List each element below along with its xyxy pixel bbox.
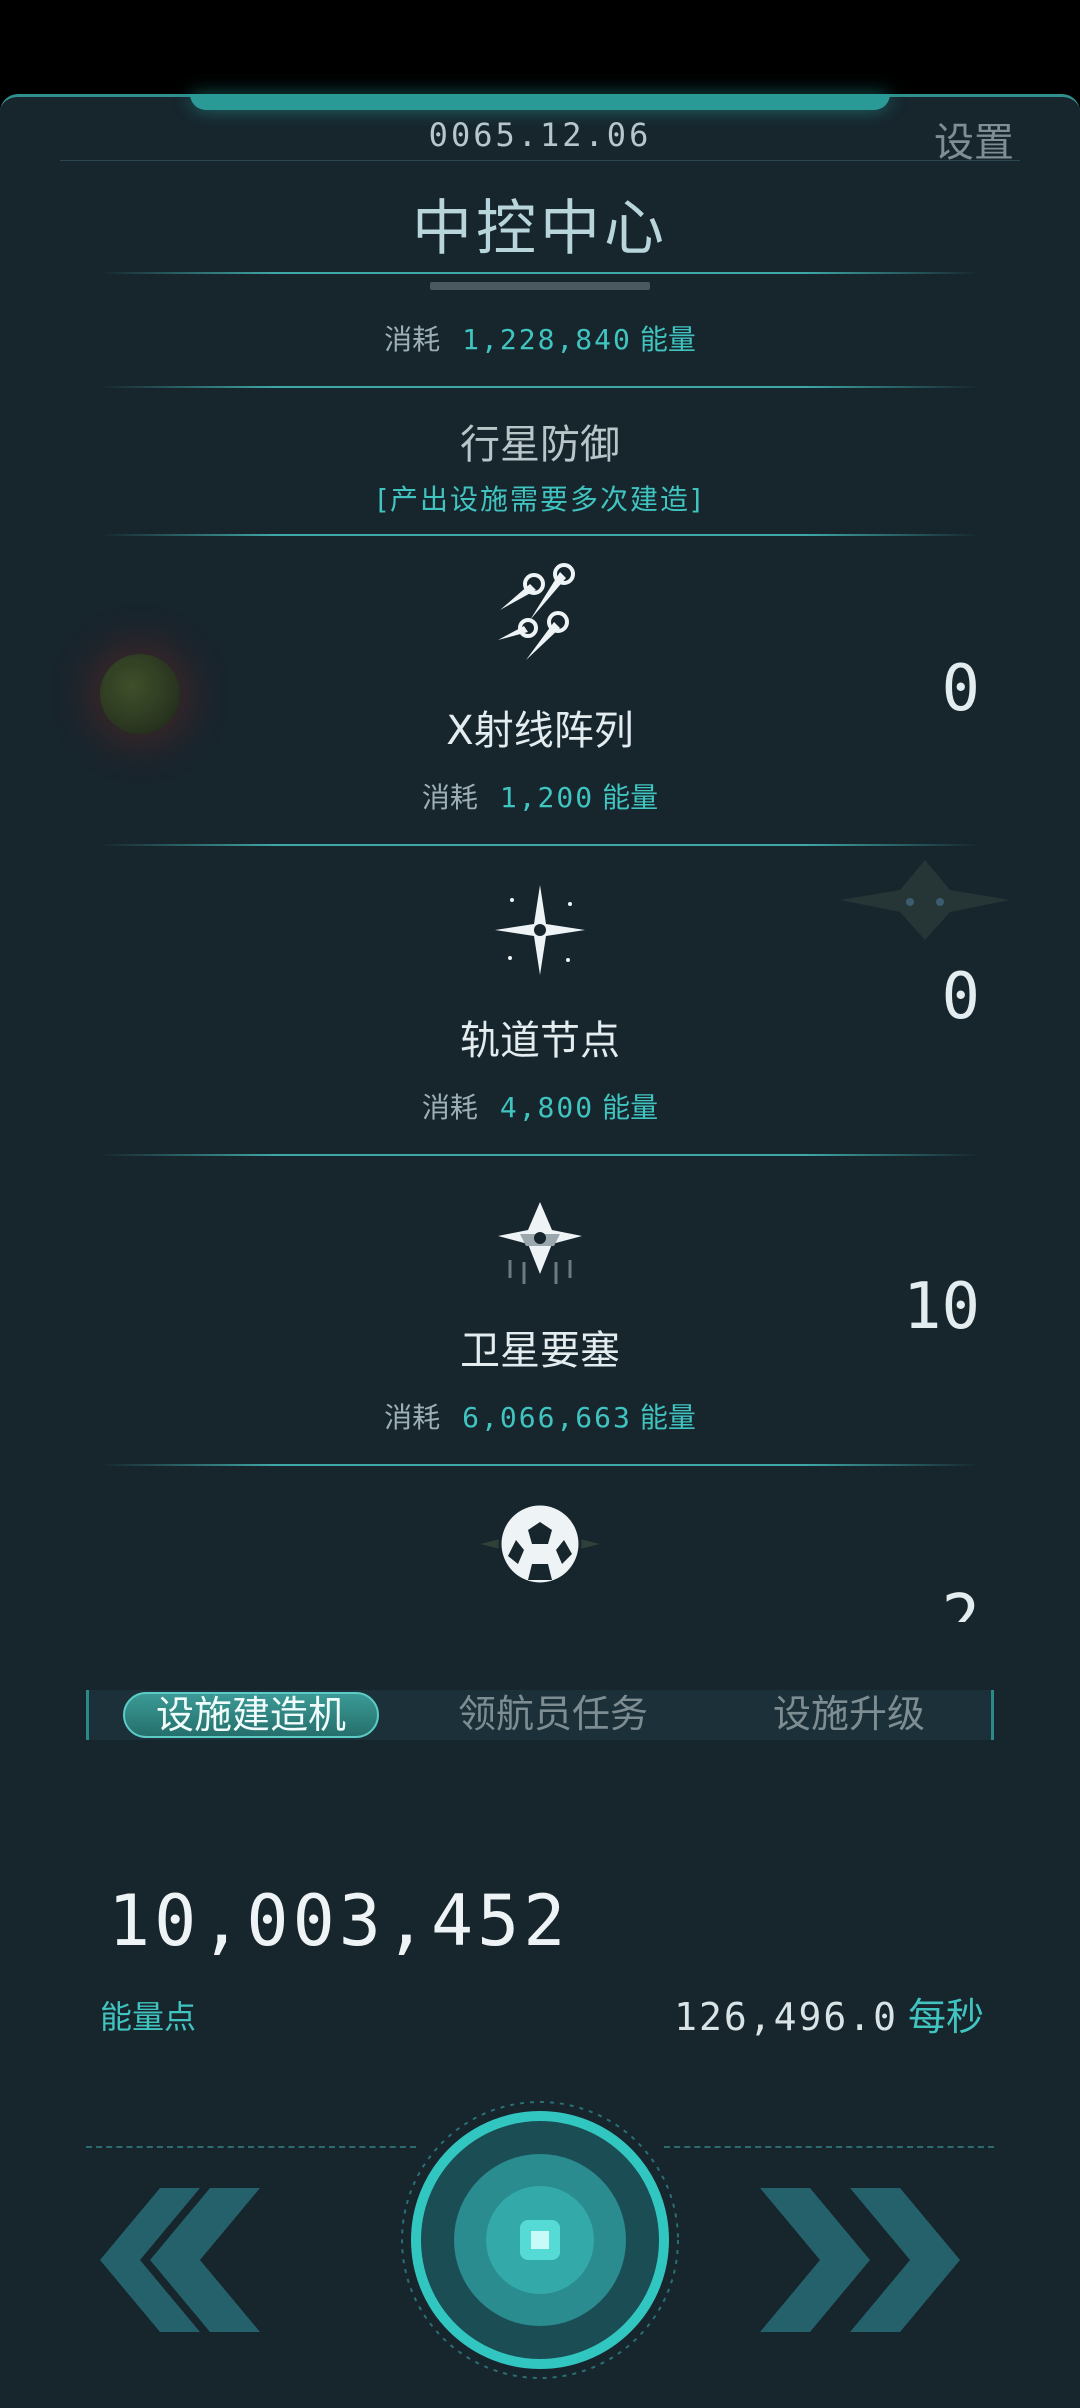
list-divider <box>100 534 980 536</box>
satellite-icon <box>498 1202 582 1284</box>
top-arc-decoration <box>190 94 890 110</box>
cost-label: 消耗 <box>384 1401 441 1434</box>
star-node-icon <box>495 885 585 975</box>
settings-button[interactable]: 设置 <box>934 110 1014 168</box>
facility-list[interactable]: 消耗 1,228,840 能量 行星防御 [产出设施需要多次建造] X射线阵列 … <box>0 282 1080 1622</box>
cost-value: 6,066,663 <box>462 1401 632 1434</box>
cost-unit: 能量 <box>602 1091 659 1124</box>
item-cost: 消耗 1,200 能量 <box>0 776 1080 816</box>
top-item-cost: 消耗 1,228,840 能量 <box>0 318 1080 358</box>
page-title: 中控中心 <box>412 194 668 264</box>
game-date: 0065.12.06 <box>428 116 652 154</box>
list-divider <box>100 844 980 846</box>
tab-facility-builder[interactable]: 设施建造机 <box>123 1692 379 1738</box>
energy-rate: 126,496.0 每秒 <box>674 1986 984 2041</box>
item-name: 轨道节点 <box>460 1018 620 1064</box>
cost-label: 消耗 <box>421 1091 478 1124</box>
list-divider <box>100 1464 980 1466</box>
tab-navigator-missions[interactable]: 领航员任务 <box>423 1690 683 1740</box>
energy-rate-value: 126,496.0 <box>674 1995 898 2039</box>
list-divider <box>100 386 980 388</box>
energy-points-value: 10,003,452 <box>108 1880 570 1962</box>
clipped-item-name <box>430 282 650 290</box>
tap-energy-button[interactable] <box>400 2100 680 2380</box>
item-count: 10 <box>902 1270 980 1344</box>
item-count: 0 <box>941 652 980 726</box>
cost-value: 1,228,840 <box>462 323 632 356</box>
section-title: 行星防御 <box>460 422 620 468</box>
dashed-line-right <box>664 2146 994 2148</box>
next-arrow-icon[interactable] <box>760 2180 980 2340</box>
item-name: X射线阵列 <box>446 708 634 754</box>
prev-arrow-icon[interactable] <box>100 2180 320 2340</box>
tab-facility-upgrade[interactable]: 设施升级 <box>729 1690 969 1740</box>
cost-unit: 能量 <box>602 781 659 814</box>
item-count: 0 <box>941 960 980 1034</box>
title-divider <box>100 272 980 274</box>
header-divider <box>60 160 1020 161</box>
cost-value: 1,200 <box>499 781 595 814</box>
tab-bar: 设施建造机 领航员任务 设施升级 <box>86 1690 994 1740</box>
cost-unit: 能量 <box>639 1401 696 1434</box>
item-cost: 消耗 6,066,663 能量 <box>0 1396 1080 1436</box>
sphere-icon <box>480 1502 600 1586</box>
dashed-line-left <box>86 2146 416 2148</box>
cost-value: 4,800 <box>499 1091 595 1124</box>
item-cost: 消耗 4,800 能量 <box>0 1086 1080 1126</box>
missiles-icon <box>498 563 575 660</box>
game-screen: 0065.12.06 设置 中控中心 消耗 1,228,840 能量 行星防御 [产… <box>0 0 1080 2408</box>
cost-unit: 能量 <box>639 323 696 356</box>
energy-rate-unit: 每秒 <box>907 1995 984 2039</box>
item-count: 2 <box>941 1582 980 1622</box>
list-divider <box>100 1154 980 1156</box>
section-note: [产出设施需要多次建造] <box>377 483 703 516</box>
energy-points-label: 能量点 <box>100 1998 197 2036</box>
cost-label: 消耗 <box>384 323 441 356</box>
cost-label: 消耗 <box>421 781 478 814</box>
